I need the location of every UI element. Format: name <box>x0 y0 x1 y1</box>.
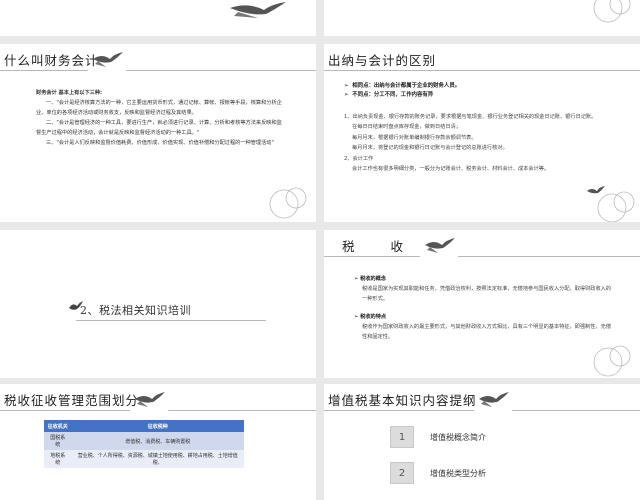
line: 每月月末，根据银行对账单编制银行存款余额调节表。 <box>352 134 477 141</box>
circles-decoration <box>597 191 635 222</box>
circles-decoration <box>593 0 631 23</box>
item-text: 增值税概念简介 <box>430 432 486 442</box>
slide-what-is-accounting[interactable]: 什么叫财务会计 财务会计 基本上有以下三种: 一、"会计是经济核算方法的一种，它… <box>0 44 316 222</box>
item-number: 2 <box>390 462 414 484</box>
table-cell: 增值税、消费税、车辆购置税 <box>71 432 244 450</box>
slide-tax-collection-scope[interactable]: 税收征收管理范围划分 征收机关 征收税种 国税系统 增值税、消费税、车辆购置税 … <box>0 384 316 500</box>
circles-decoration <box>593 345 631 377</box>
table-cell: 地税系统 <box>44 450 72 468</box>
item-text: 增值税类型分析 <box>430 468 486 478</box>
slide-title: 税收征收管理范围划分 <box>4 393 140 408</box>
table-header: 征收税种 <box>71 420 244 432</box>
table-row: 地税系统 营业税、个人所得税、资源税、城镇土地使用税、耕地占用税、土地增值税、 <box>44 450 244 468</box>
table-cell: 国税系统 <box>44 432 72 450</box>
line: 会计工作也有很多明细分类，一般分为记账会计、税务会计、材料会计、成本会计等。 <box>352 166 550 173</box>
table-header: 征收机关 <box>44 420 72 432</box>
paragraph: 税收作为国家财政收入的最主要形式，与其他财政收入方式相比，具有三个明显的基本特征… <box>362 324 612 340</box>
item-number: 1 <box>390 426 414 448</box>
circles-decoration <box>269 187 307 219</box>
bird-icon <box>135 392 165 407</box>
bullet-list: ➢ 相同点：出纳与会计都属于企业的财务人员。 ➢ 不同点：分工不同，工作内容有异 <box>344 82 460 100</box>
title-underline-right <box>512 410 640 411</box>
bullet-item: ➢ 相同点：出纳与会计都属于企业的财务人员。 <box>344 83 461 89</box>
paragraph: 二、"会计是管理经济的一种工具，要进行生产，就必须进行记录、计算、分析和考核等方… <box>36 120 282 136</box>
bullet-item: ➢ 不同点：分工不同，工作内容有异 <box>344 92 434 98</box>
title-underline <box>324 70 640 71</box>
title-underline-right <box>126 70 316 71</box>
slide-top-left[interactable] <box>0 0 316 36</box>
tax-scope-table: 征收机关 征收税种 国税系统 增值税、消费税、车辆购置税 地税系统 营业税、个人… <box>44 420 244 468</box>
slide-title: 出纳与会计的区别 <box>328 53 437 68</box>
title-underline-right <box>168 410 316 411</box>
line: 每月月末，将登记的现金和银行日记账与会计登记的总账进行核对。 <box>352 145 508 152</box>
slide-title: 增值税基本知识内容提纲 <box>328 393 477 408</box>
slide-vat-outline[interactable]: 增值税基本知识内容提纲 1 增值税概念简介 2 增值税类型分析 <box>324 384 640 500</box>
table-row: 国税系统 增值税、消费税、车辆购置税 <box>44 432 244 450</box>
slide-section-tax[interactable]: 2、税法相关知识培训 <box>0 230 316 378</box>
body-text: 1、出纳负责现金、银行存款的账务记录，要求根据与笔现金、银行业务登记相关的现金日… <box>344 112 604 174</box>
body-text: ➢ 税收的概念 税收是国家为实现其职能和任务，凭借政治权利，按照法定标准，无偿地… <box>354 274 612 342</box>
slide-top-right[interactable] <box>324 0 640 36</box>
table-cell: 营业税、个人所得税、资源税、城镇土地使用税、耕地占用税、土地增值税、 <box>71 450 244 468</box>
paragraph: 三、"会计是人们反映和监督价值耗费、价值形成、价值实现、价值补偿和分配过程的一种… <box>46 140 274 146</box>
title-underline-right <box>458 256 640 257</box>
section-title: 2、税法相关知识培训 <box>80 304 191 317</box>
heading: ➢ 税收的概念 <box>354 276 387 282</box>
body-text: 财务会计 基本上有以下三种: 一、"会计是经济核算方法的一种，它主要运用货币形式… <box>36 88 282 148</box>
paragraph: 一、"会计是经济核算方法的一种，它主要运用货币形式，通过记帐、算帐、报帐等手段，… <box>36 100 282 116</box>
outline-item[interactable]: 2 增值税类型分析 <box>390 462 486 484</box>
title-underline <box>324 256 420 257</box>
paragraph: 税收是国家为实现其职能和任务，凭借政治权利，按照法定标准，无偿地参与国民收入分配… <box>362 286 612 302</box>
lead-text: 财务会计 基本上有以下三种: <box>36 90 103 96</box>
slide-cashier-vs-accountant[interactable]: 出纳与会计的区别 ➢ 相同点：出纳与会计都属于企业的财务人员。 ➢ 不同点：分工… <box>324 44 640 222</box>
title-underline <box>324 410 474 411</box>
title-underline <box>0 410 130 411</box>
section-underline <box>76 320 266 321</box>
bird-icon <box>93 52 123 67</box>
slide-title: 税 收 <box>342 239 419 254</box>
heading: ➢ 税收的特点 <box>354 314 387 320</box>
bird-icon <box>479 392 509 407</box>
line: 1、出纳负责现金、银行存款的账务记录，要求根据与笔现金、银行业务登记相关的现金日… <box>344 114 597 120</box>
line: 2、会计工作 <box>344 155 374 162</box>
title-underline <box>0 70 88 71</box>
line: 在每日日结束时盘点库存现金，做到日结日清； <box>352 124 461 131</box>
slide-title: 什么叫财务会计 <box>4 53 99 68</box>
bird-icon <box>425 238 455 253</box>
slide-taxation[interactable]: 税 收 ➢ 税收的概念 税收是国家为实现其职能和任务，凭借政治权利，按照法定标准… <box>324 230 640 378</box>
bird-icon <box>230 2 286 18</box>
outline-item[interactable]: 1 增值税概念简介 <box>390 426 486 448</box>
